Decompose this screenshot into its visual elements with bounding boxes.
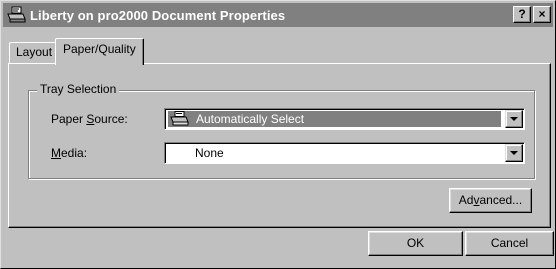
paper-source-dropdown-button[interactable] (505, 110, 523, 128)
tab-paper-quality[interactable]: Paper/Quality (55, 38, 144, 65)
tray-selection-label: Tray Selection (37, 82, 120, 96)
help-button[interactable]: ? (513, 6, 531, 23)
tab-layout[interactable]: Layout (9, 42, 60, 64)
paper-source-dropdown[interactable]: Automatically Select (164, 108, 525, 130)
close-button[interactable]: × (533, 6, 551, 23)
media-text: None (195, 146, 224, 160)
printer-icon (168, 110, 192, 128)
tray-selection-group (28, 90, 535, 179)
ok-button[interactable]: OK (368, 231, 463, 256)
paper-source-value: Automatically Select (168, 111, 501, 127)
chevron-down-icon (510, 151, 518, 155)
advanced-button[interactable]: Advanced... (449, 188, 532, 213)
cancel-button[interactable]: Cancel (465, 231, 554, 256)
window-title: Liberty on pro2000 Document Properties (30, 7, 286, 23)
title-bar[interactable]: Liberty on pro2000 Document Properties ?… (3, 3, 553, 27)
media-label: Media: (51, 146, 88, 160)
printer-icon (6, 5, 28, 25)
document-properties-window: Liberty on pro2000 Document Properties ?… (0, 0, 556, 269)
media-dropdown-button[interactable] (505, 144, 523, 162)
media-value: None (168, 145, 501, 161)
paper-source-text: Automatically Select (196, 112, 305, 126)
chevron-down-icon (510, 117, 518, 121)
paper-source-label: Paper Source: (51, 112, 128, 126)
media-dropdown[interactable]: None (164, 142, 525, 164)
